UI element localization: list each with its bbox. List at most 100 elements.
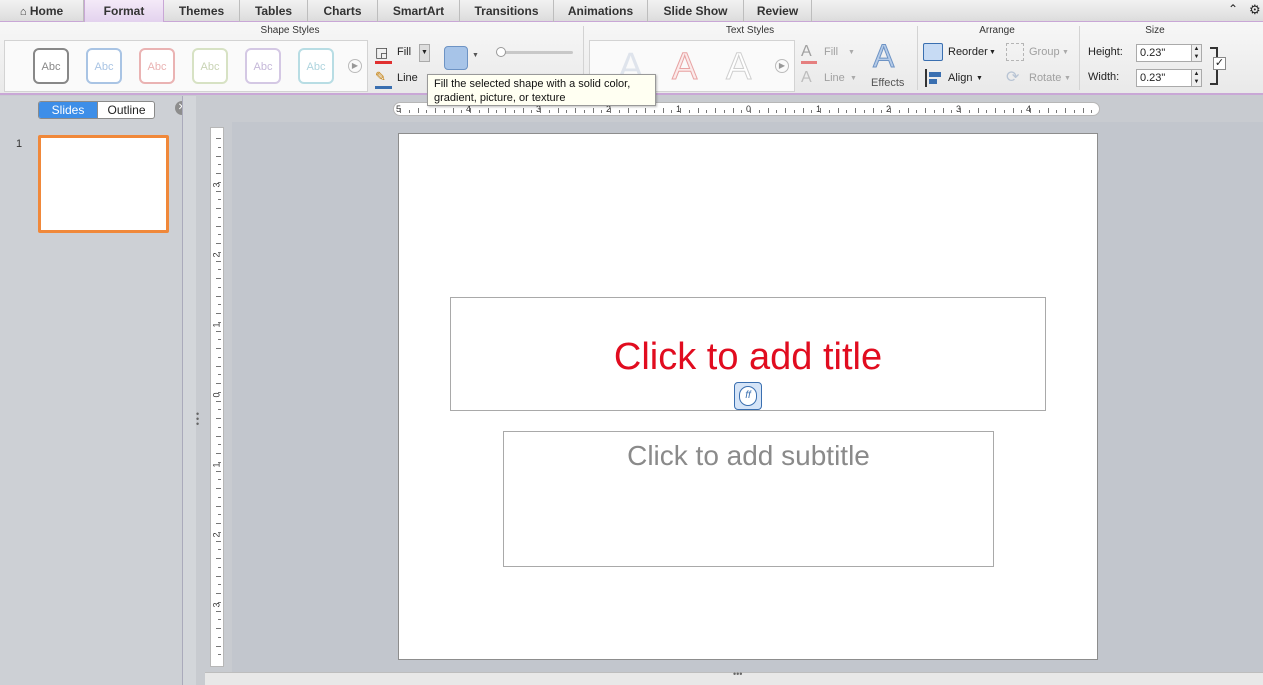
hruler-tick [706,110,708,113]
slide-thumbnail[interactable] [38,135,169,233]
reorder-icon[interactable] [923,43,943,61]
hruler-tick [933,110,935,113]
tab-review[interactable]: Review [744,0,812,22]
hruler-tick [513,110,515,113]
hruler-tick [1091,110,1093,113]
text-fill-icon[interactable]: A [801,43,812,61]
width-input[interactable]: 0.23" [1136,69,1196,87]
vruler-tick [216,383,221,384]
pane-splitter[interactable] [182,96,196,685]
vruler-tick [216,558,221,559]
height-stepper[interactable]: ▲ ▼ [1191,44,1202,62]
align-dropdown-icon[interactable]: ▼ [976,75,983,82]
quick-style-swatch[interactable] [444,46,468,70]
tab-review-label: Review [756,4,799,18]
vruler-label: 1 [211,462,222,468]
reorder-dropdown-icon[interactable]: ▼ [989,49,996,56]
width-stepper[interactable]: ▲ ▼ [1191,69,1202,87]
hruler-tick [741,110,743,113]
vertical-ruler[interactable]: 3 2 1 0 1 2 3 [210,127,224,667]
chevron-down-icon[interactable]: ▼ [472,52,479,59]
hruler-tick [452,108,454,113]
tab-smartart[interactable]: SmartArt [378,0,460,22]
fill-button[interactable]: Fill [397,46,411,58]
reorder-button[interactable]: Reorder [948,46,988,58]
align-bar-icon [929,79,937,84]
text-fill-dropdown-icon[interactable]: ▼ [848,49,855,56]
vruler-tick [216,540,221,542]
splitter-grip-icon[interactable]: ••• [733,669,742,679]
tab-slides[interactable]: Slides [39,102,97,118]
tab-format[interactable]: Format [84,0,164,22]
tab-slide-show[interactable]: Slide Show [648,0,744,22]
vruler-tick [218,409,221,411]
text-gallery-next-icon[interactable]: ▶ [775,59,789,73]
subtitle-placeholder[interactable]: Click to add subtitle [503,431,994,567]
vruler-tick [216,208,221,209]
slide-canvas[interactable]: Click to add title ff Click to add subti… [398,133,1098,660]
splitter-grip-icon[interactable]: ••• [196,410,199,429]
hruler-tick [496,110,498,113]
vruler-tick [218,269,221,271]
tab-tables[interactable]: Tables [240,0,308,22]
transparency-slider-knob[interactable] [496,47,506,57]
lock-aspect-checkbox[interactable]: ✓ [1213,57,1226,70]
vruler-tick [216,628,221,629]
align-bar-icon [929,72,941,77]
shape-style-3[interactable]: Abc [139,48,175,84]
view-segmented-control: Slides Outline [38,101,155,119]
hruler-tick [557,108,559,113]
gear-icon[interactable]: ⚙ [1249,2,1261,18]
shape-style-1[interactable]: Abc [33,48,69,84]
notes-splitter[interactable]: ••• [205,669,1263,685]
line-button[interactable]: Line [397,72,418,84]
rotate-icon[interactable]: ⟳ [1006,67,1019,87]
transparency-slider[interactable] [497,51,573,54]
width-label: Width: [1088,71,1120,83]
tab-tables-label: Tables [254,4,293,18]
tab-outline[interactable]: Outline [97,102,154,118]
shape-style-2[interactable]: Abc [86,48,122,84]
hruler-tick [426,110,428,113]
slides-pane: Slides Outline ✕ 1 ••• [0,96,199,685]
collapse-ribbon-icon[interactable]: ⌃ [1228,2,1238,16]
gallery-next-icon[interactable]: ▶ [348,59,362,73]
vruler-label: 0 [211,392,222,398]
hruler-tick [898,110,900,113]
fill-bucket-icon[interactable]: ◲ [375,44,393,62]
align-icon[interactable] [925,69,943,87]
shape-style-4[interactable]: Abc [192,48,228,84]
line-pen-icon[interactable]: ✎ [375,69,386,85]
text-style-gray-outline-icon[interactable]: A [725,46,751,89]
tab-animations[interactable]: Animations [554,0,648,22]
group-dropdown-icon[interactable]: ▼ [1062,49,1069,56]
fill-dropdown-button[interactable]: ▼ [419,44,430,62]
align-button[interactable]: Align [948,72,972,84]
rotate-dropdown-icon[interactable]: ▼ [1064,75,1071,82]
shape-style-6[interactable]: Abc [298,48,334,84]
text-line-button[interactable]: Line [824,72,845,84]
hruler-tick [583,110,585,113]
vruler-tick [218,549,221,551]
tab-transitions-label: Transitions [474,4,539,18]
text-line-icon[interactable]: A [801,69,812,87]
text-style-red-outline-icon[interactable]: A [671,46,697,89]
vruler-tick [216,435,221,437]
tab-transitions[interactable]: Transitions [460,0,554,22]
rotate-button[interactable]: Rotate [1029,72,1061,84]
hruler-tick [592,108,594,113]
tab-home[interactable]: ⌂ Home [0,0,84,22]
hruler-tick [566,110,568,113]
text-fill-button[interactable]: Fill [824,46,838,58]
tab-themes[interactable]: Themes [164,0,240,22]
tab-charts[interactable]: Charts [308,0,378,22]
group-title-shape-styles: Shape Styles [260,25,320,36]
effects-button[interactable]: Effects [871,77,904,89]
effects-icon[interactable]: A [872,38,894,75]
group-icon[interactable] [1006,43,1024,61]
group-button[interactable]: Group [1029,46,1060,58]
text-line-dropdown-icon[interactable]: ▼ [850,75,857,82]
height-input[interactable]: 0.23" [1136,44,1196,62]
selected-shape-handle[interactable]: ff [734,382,762,410]
shape-style-5[interactable]: Abc [245,48,281,84]
